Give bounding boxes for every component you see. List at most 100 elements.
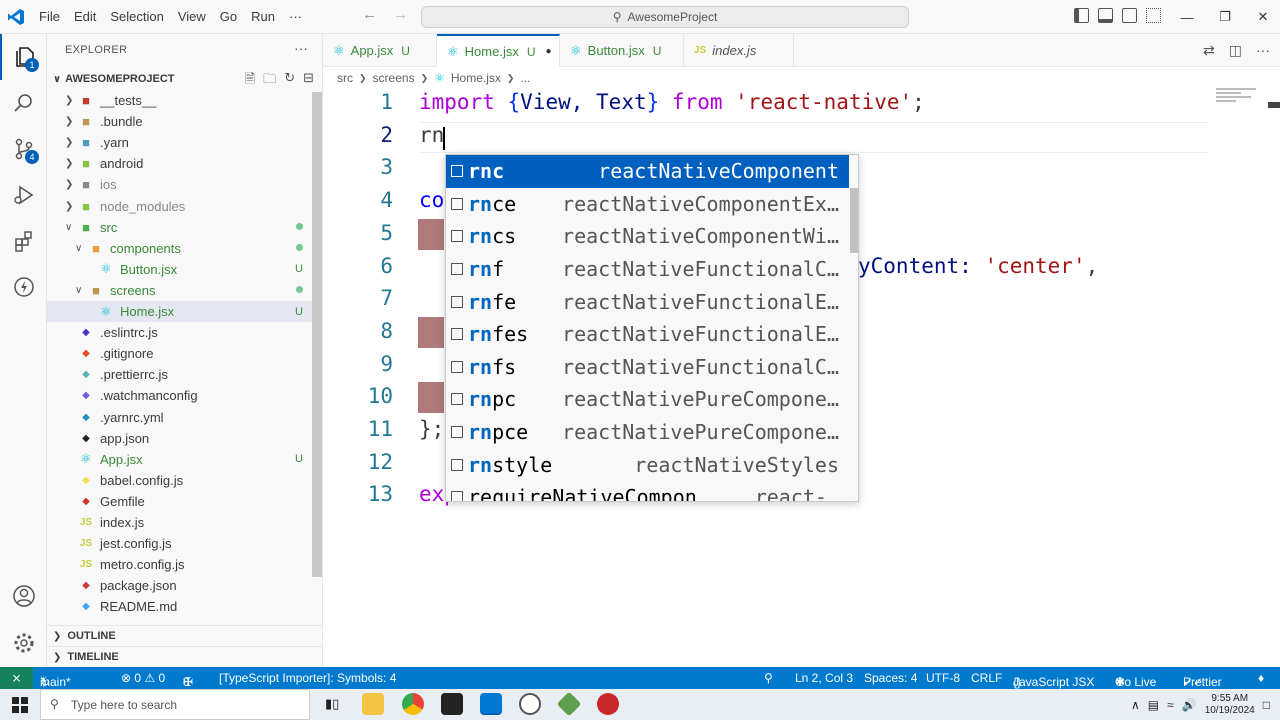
tree-item[interactable]: ◆ app.json bbox=[47, 428, 313, 449]
restore-icon[interactable]: ❐ bbox=[1206, 9, 1244, 25]
extensions-activity[interactable] bbox=[0, 218, 47, 264]
tree-item[interactable]: ∨ ■ screens bbox=[47, 280, 313, 301]
menu-run[interactable]: Run bbox=[244, 9, 282, 24]
menu-file[interactable]: File bbox=[32, 9, 67, 24]
tab-home-jsx[interactable]: ⚛ Home.jsx U ● bbox=[437, 34, 560, 67]
forward-arrow-icon[interactable]: → bbox=[393, 6, 408, 23]
suggestion-item[interactable]: requireNativeCompon react-… bbox=[446, 481, 849, 501]
tree-item[interactable]: ◆ .watchmanconfig bbox=[47, 385, 313, 406]
sync-icon[interactable]: ↻ bbox=[40, 675, 50, 689]
editor-scrollbar[interactable] bbox=[1268, 102, 1280, 108]
more-actions-icon[interactable]: ··· bbox=[294, 40, 308, 56]
tree-item[interactable]: ❯ ■ __tests__ bbox=[47, 90, 313, 111]
tab-index-js[interactable]: JS index.js bbox=[684, 34, 794, 67]
suggestion-item[interactable]: rncs reactNativeComponentWi… bbox=[446, 220, 849, 253]
clock[interactable]: 9:55 AM 10/19/2024 bbox=[1205, 693, 1255, 717]
breadcrumb-src[interactable]: src bbox=[337, 71, 353, 85]
tree-item[interactable]: ◆ Gemfile bbox=[47, 491, 313, 512]
menu-edit[interactable]: Edit bbox=[67, 9, 103, 24]
menu-selection[interactable]: Selection bbox=[103, 9, 170, 24]
suggestion-item[interactable]: rnpce reactNativePureCompone… bbox=[446, 416, 849, 449]
refresh-icon[interactable]: ↻ bbox=[284, 70, 295, 92]
new-file-icon[interactable]: 🗎 bbox=[245, 70, 255, 92]
chevron-up-icon[interactable]: ∧ bbox=[1131, 698, 1140, 712]
toggle-secondary-sidebar-icon[interactable] bbox=[1122, 8, 1137, 23]
outline-section[interactable]: ❯ OUTLINE bbox=[47, 625, 323, 646]
tree-item[interactable]: ❯ ■ .bundle bbox=[47, 111, 313, 132]
suggestion-item[interactable]: rnce reactNativeComponentEx… bbox=[446, 188, 849, 221]
sidebar-scrollbar[interactable] bbox=[312, 92, 322, 577]
dirty-dot-icon[interactable]: ● bbox=[546, 46, 552, 57]
tree-item[interactable]: ∨ ■ src bbox=[47, 217, 313, 238]
tab-app-jsx[interactable]: ⚛ App.jsx U bbox=[323, 34, 437, 67]
tree-item[interactable]: ◆ package.json bbox=[47, 575, 313, 596]
minimize-icon[interactable]: — bbox=[1168, 10, 1206, 25]
more-actions-icon[interactable]: ··· bbox=[1256, 42, 1270, 59]
suggestion-item[interactable]: rnstyle reactNativeStyles bbox=[446, 448, 849, 481]
menu-more[interactable]: ··· bbox=[282, 9, 309, 24]
file-explorer-icon[interactable] bbox=[362, 693, 384, 715]
menu-view[interactable]: View bbox=[171, 9, 213, 24]
explorer-activity[interactable]: 1 bbox=[0, 34, 47, 80]
suggestion-item[interactable]: rnf reactNativeFunctionalC… bbox=[446, 253, 849, 286]
tree-item[interactable]: JS jest.config.js bbox=[47, 533, 313, 554]
search-activity[interactable] bbox=[0, 80, 47, 126]
windows-start-icon[interactable] bbox=[12, 697, 28, 713]
tree-item[interactable]: ❯ ■ android bbox=[47, 153, 313, 174]
timeline-section[interactable]: ❯ TIMELINE bbox=[47, 646, 323, 667]
tree-item[interactable]: ⚛ Home.jsx U bbox=[47, 301, 313, 322]
indentation-status[interactable]: Spaces: 4 bbox=[864, 671, 917, 685]
manage-activity[interactable] bbox=[0, 620, 47, 666]
volume-icon[interactable]: 🔊 bbox=[1182, 698, 1197, 712]
toggle-panel-icon[interactable] bbox=[1098, 8, 1113, 23]
menu-go[interactable]: Go bbox=[213, 9, 244, 24]
wifi-icon[interactable]: ≈ bbox=[1167, 698, 1174, 712]
minimap[interactable] bbox=[1216, 88, 1266, 118]
breadcrumb-more[interactable]: ... bbox=[520, 71, 530, 85]
collapse-all-icon[interactable]: ⊟ bbox=[303, 70, 314, 92]
eol-status[interactable]: CRLF bbox=[971, 671, 1002, 685]
tree-item[interactable]: ◆ README.md bbox=[47, 596, 313, 617]
importer-status[interactable]: [TypeScript Importer]: Symbols: 4 bbox=[219, 671, 396, 685]
toggle-sidebar-icon[interactable] bbox=[1074, 8, 1089, 23]
suggestion-item[interactable]: rnc reactNativeComponent bbox=[446, 155, 849, 188]
suggestion-item[interactable]: rnfe reactNativeFunctionalE… bbox=[446, 285, 849, 318]
remote-activity[interactable] bbox=[0, 264, 47, 310]
source-control-activity[interactable]: 4 bbox=[0, 126, 47, 172]
tree-item[interactable]: ◆ babel.config.js bbox=[47, 470, 313, 491]
vscode-taskbar-icon[interactable] bbox=[480, 693, 502, 715]
suggestion-item[interactable]: rnfs reactNativeFunctionalC… bbox=[446, 351, 849, 384]
suggestion-item[interactable]: rnfes reactNativeFunctionalE… bbox=[446, 318, 849, 351]
cursor-position[interactable]: Ln 2, Col 3 bbox=[795, 671, 853, 685]
task-view-icon[interactable]: ▮▯ bbox=[325, 696, 339, 712]
accounts-activity[interactable] bbox=[0, 573, 47, 619]
tree-item[interactable]: ⚛ Button.jsx U bbox=[47, 259, 313, 280]
tree-item[interactable]: JS index.js bbox=[47, 512, 313, 533]
compare-icon[interactable]: ⇄ bbox=[1203, 42, 1215, 59]
terminal-icon[interactable] bbox=[441, 693, 463, 715]
tree-item[interactable]: ⚛ App.jsx U bbox=[47, 449, 313, 470]
run-debug-activity[interactable] bbox=[0, 172, 47, 218]
remote-indicator[interactable]: ⨯ bbox=[0, 667, 33, 689]
close-icon[interactable]: ✕ bbox=[1244, 9, 1280, 25]
tree-item[interactable]: ◆ .prettierrc.js bbox=[47, 364, 313, 385]
breadcrumb-home[interactable]: Home.jsx bbox=[451, 71, 501, 85]
nodejs-icon[interactable] bbox=[556, 691, 582, 717]
back-arrow-icon[interactable]: ← bbox=[362, 6, 377, 23]
suggest-scrollbar[interactable] bbox=[850, 188, 858, 253]
network-icon[interactable]: ▤ bbox=[1148, 698, 1159, 712]
breadcrumb-screens[interactable]: screens bbox=[373, 71, 415, 85]
notifications-icon[interactable]: ♦ bbox=[1258, 671, 1264, 685]
command-center-search[interactable]: ⚲ AwesomeProject bbox=[421, 6, 909, 28]
tree-item[interactable]: ◆ .yarnrc.yml bbox=[47, 407, 313, 428]
taskbar-search[interactable]: ⚲ Type here to search bbox=[40, 689, 310, 720]
customize-layout-icon[interactable] bbox=[1146, 8, 1161, 23]
zoom-icon[interactable]: ⚲ bbox=[764, 671, 773, 685]
notifications-icon[interactable]: □ bbox=[1263, 698, 1270, 712]
tree-item[interactable]: ◆ .gitignore bbox=[47, 343, 313, 364]
chrome-icon[interactable] bbox=[402, 693, 424, 715]
tree-item[interactable]: ∨ ■ components bbox=[47, 238, 313, 259]
new-folder-icon[interactable]: 🗀 bbox=[263, 70, 276, 92]
encoding-status[interactable]: UTF-8 bbox=[926, 671, 960, 685]
app-icon[interactable] bbox=[519, 693, 541, 715]
